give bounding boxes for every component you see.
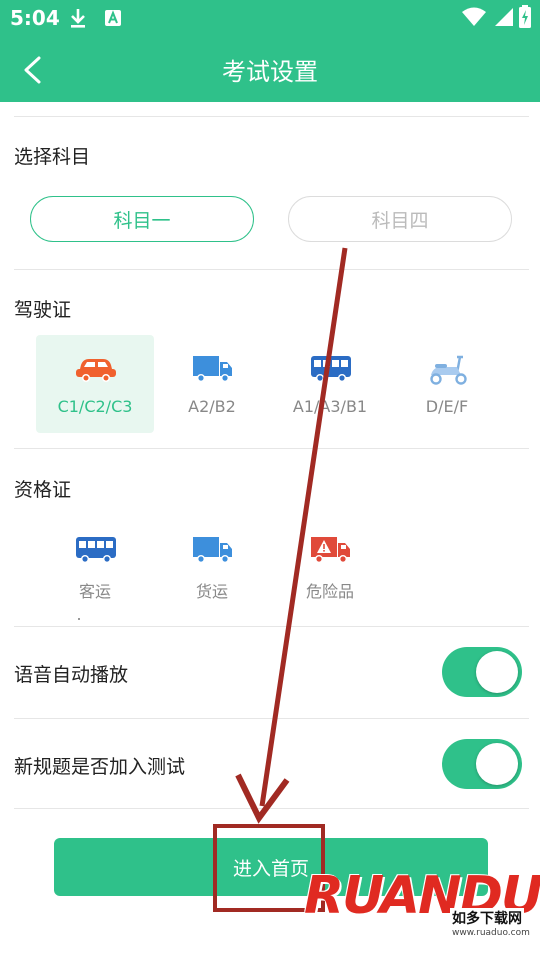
status-time: 5:04	[10, 6, 60, 30]
divider	[14, 718, 529, 719]
divider	[14, 116, 529, 117]
new-rules-label: 新规题是否加入测试	[14, 756, 186, 778]
app-bar: 考试设置	[0, 36, 540, 102]
qualification-option-passenger[interactable]: 客运	[36, 516, 154, 614]
section-title-qualification: 资格证	[14, 479, 72, 501]
subject-option-1[interactable]: 科目一	[30, 196, 254, 242]
divider	[14, 626, 529, 627]
divider	[14, 448, 529, 449]
qualification-label: 客运	[78, 582, 111, 601]
status-bar: 5:04	[0, 0, 540, 36]
voice-autoplay-toggle[interactable]	[442, 647, 522, 697]
new-rules-toggle[interactable]	[442, 739, 522, 789]
battery-charging-icon	[519, 5, 531, 28]
toggle-knob	[476, 651, 518, 693]
car-icon	[76, 359, 116, 382]
qualification-option-freight[interactable]: 货运	[153, 516, 271, 614]
truck-icon	[193, 537, 232, 563]
divider	[14, 269, 529, 270]
license-option-c1c2c3[interactable]: C1/C2/C3	[36, 335, 154, 433]
voice-autoplay-label: 语音自动播放	[14, 664, 129, 686]
license-option-a2b2[interactable]: A2/B2	[153, 335, 271, 433]
hazmat-truck-icon	[311, 537, 350, 563]
watermark-url: www.ruaduo.com	[450, 928, 532, 938]
app-notification-icon	[105, 10, 121, 26]
truck-icon	[193, 356, 232, 382]
license-label: A1/A3/B1	[292, 397, 368, 416]
page-title: 考试设置	[222, 58, 318, 86]
signal-icon	[495, 8, 513, 26]
screen: 5:04 考试设置 选择科目 科目一 科目四 驾驶证 C1/C2/C3 A2/B…	[0, 0, 540, 960]
license-option-a1a3b1[interactable]: A1/A3/B1	[271, 335, 389, 433]
license-option-def[interactable]: D/E/F	[388, 335, 506, 433]
toggle-knob	[476, 743, 518, 785]
license-label: C1/C2/C3	[57, 397, 133, 416]
section-title-license: 驾驶证	[14, 299, 72, 321]
license-label: A2/B2	[188, 397, 236, 416]
bus-icon	[76, 537, 116, 563]
divider	[14, 808, 529, 809]
download-icon	[71, 9, 85, 28]
qualification-label: 货运	[195, 582, 228, 601]
stray-dot	[78, 618, 80, 620]
watermark-site-name: 如多下载网	[450, 908, 524, 928]
scooter-icon	[430, 355, 467, 385]
section-title-subject: 选择科目	[14, 146, 91, 168]
qualification-option-hazmat[interactable]: 危险品	[271, 516, 389, 614]
wifi-icon	[462, 7, 486, 26]
license-label: D/E/F	[425, 397, 469, 416]
bus-icon	[311, 356, 351, 382]
qualification-label: 危险品	[305, 582, 354, 601]
watermark: RUANDUO 如多下载网 www.ruaduo.com	[300, 860, 540, 960]
subject-option-4[interactable]: 科目四	[288, 196, 512, 242]
